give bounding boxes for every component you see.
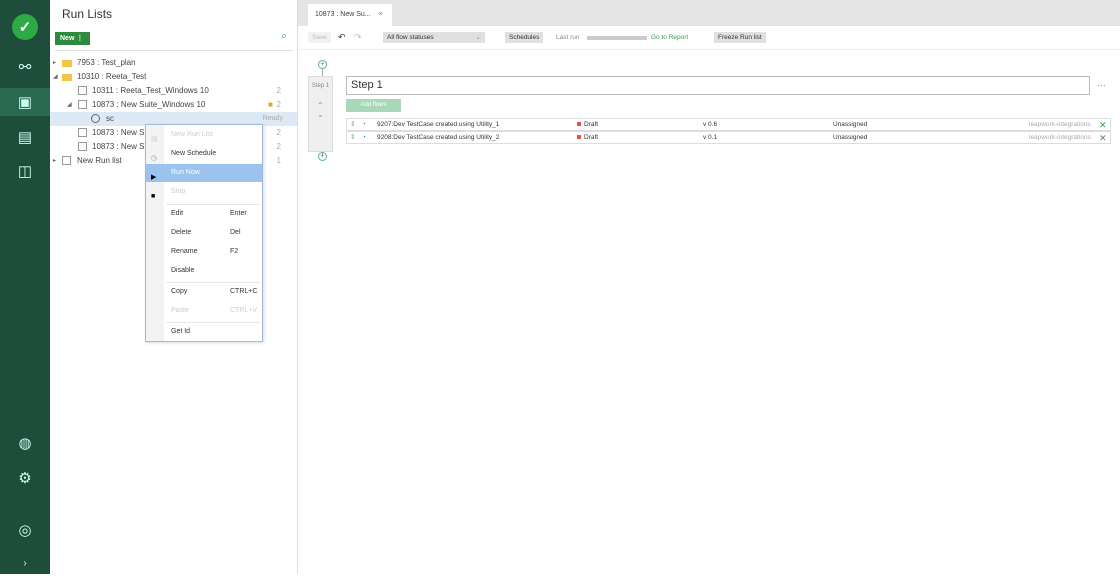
add-step-bottom-icon[interactable]: + bbox=[318, 152, 327, 161]
toolbar: Save ↶ ↷ All flow statuses ⌄ Schedules La… bbox=[298, 26, 1120, 50]
tree-item[interactable]: 10311 : Reeta_Test_Windows 10 2 bbox=[50, 84, 297, 98]
more-icon[interactable]: ··· bbox=[1097, 80, 1106, 90]
menu-disable[interactable]: Disable bbox=[146, 262, 262, 280]
tab-bar: 10873 : New Su... × bbox=[298, 0, 1120, 26]
dashboard-icon[interactable]: ◫ bbox=[12, 158, 38, 184]
panel-title: Run Lists bbox=[62, 7, 113, 21]
excel-icon[interactable]: ▤ bbox=[12, 124, 38, 150]
schedule-icon[interactable]: ▣ bbox=[0, 88, 50, 116]
menu-copy[interactable]: Copy CTRL+C bbox=[146, 283, 262, 301]
freeze-run-list-button[interactable]: Freeze Run list bbox=[714, 32, 766, 43]
lock-icon: ■ bbox=[268, 100, 273, 109]
save-button[interactable]: Save bbox=[308, 32, 331, 43]
flow-icon: ◔ bbox=[362, 134, 366, 141]
menu-run-now[interactable]: ▶ Run Now bbox=[146, 164, 262, 182]
logo-check-icon[interactable]: ✓ bbox=[12, 14, 38, 40]
step-handle[interactable]: Step 1 ⌃ ⌄ bbox=[308, 76, 333, 152]
globe-icon[interactable]: ◍ bbox=[12, 430, 38, 456]
help-icon[interactable]: ◎ bbox=[12, 517, 38, 543]
menu-delete[interactable]: Delete Del bbox=[146, 224, 262, 242]
menu-get-id[interactable]: Get Id bbox=[146, 323, 262, 341]
reorder-icon: ⇕ bbox=[350, 121, 356, 128]
search-icon[interactable]: ⌕ bbox=[281, 30, 287, 43]
reorder-icon: ⌃ ⌄ bbox=[317, 101, 324, 119]
undo-icon[interactable]: ↶ bbox=[334, 32, 350, 43]
add-flows-button[interactable]: Add flows bbox=[346, 99, 401, 112]
share-icon[interactable]: ⚯ bbox=[12, 54, 38, 80]
tree-item[interactable]: ◢ 10310 : Reeta_Test bbox=[50, 70, 297, 84]
divider bbox=[55, 50, 293, 51]
menu-stop[interactable]: ■ Stop bbox=[146, 183, 262, 201]
reorder-icon: ⇕ bbox=[350, 134, 356, 141]
status-filter-select[interactable]: All flow statuses ⌄ bbox=[383, 32, 485, 43]
menu-new-run-list[interactable]: ▤ New Run List bbox=[146, 126, 262, 144]
schedule-item-icon bbox=[91, 114, 100, 123]
last-run-bar bbox=[587, 36, 647, 40]
go-to-report-link[interactable]: Go to Report bbox=[647, 32, 692, 43]
close-icon[interactable]: × bbox=[379, 11, 383, 18]
step-name-input[interactable]: Step 1 bbox=[346, 76, 1090, 95]
menu-rename[interactable]: Rename F2 bbox=[146, 243, 262, 261]
tree-item[interactable]: ▸ 7953 : Test_plan bbox=[50, 56, 297, 70]
add-step-top-icon[interactable]: + bbox=[318, 60, 327, 69]
last-run-label: Last run bbox=[556, 34, 580, 41]
remove-icon[interactable]: ✕ bbox=[1099, 132, 1107, 144]
remove-icon[interactable]: ✕ bbox=[1099, 119, 1107, 131]
gear-icon[interactable]: ⚙ bbox=[12, 465, 38, 491]
expand-icon[interactable]: › bbox=[12, 550, 38, 576]
menu-paste[interactable]: Paste CTRL+V bbox=[146, 302, 262, 320]
tab-run-list[interactable]: 10873 : New Su... × bbox=[308, 4, 392, 26]
flow-row[interactable]: ⇕ ◔ 9207:Dev TestCase created using Utili… bbox=[346, 118, 1111, 131]
flow-icon: ◔ bbox=[362, 121, 366, 128]
new-label: New bbox=[60, 35, 75, 42]
flow-row[interactable]: ⇕ ◔ 9208:Dev TestCase created using Utili… bbox=[346, 131, 1111, 144]
schedules-button[interactable]: Schedules bbox=[505, 32, 544, 43]
menu-edit[interactable]: Edit Enter bbox=[146, 205, 262, 223]
menu-new-schedule[interactable]: ◷ New Schedule bbox=[146, 145, 262, 163]
tree-item[interactable]: ◢ 10873 : New Suite_Windows 10 ■ 2 bbox=[50, 98, 297, 112]
left-nav: ✓ ⚯ ▣ ▤ ◫ ◍ ⚙ ◎ › bbox=[0, 0, 50, 574]
context-menu: ▤ New Run List ◷ New Schedule ▶ Run Now ■ St… bbox=[145, 124, 263, 342]
redo-icon[interactable]: ↷ bbox=[350, 32, 366, 43]
new-button[interactable]: New ⋮ bbox=[55, 32, 90, 45]
